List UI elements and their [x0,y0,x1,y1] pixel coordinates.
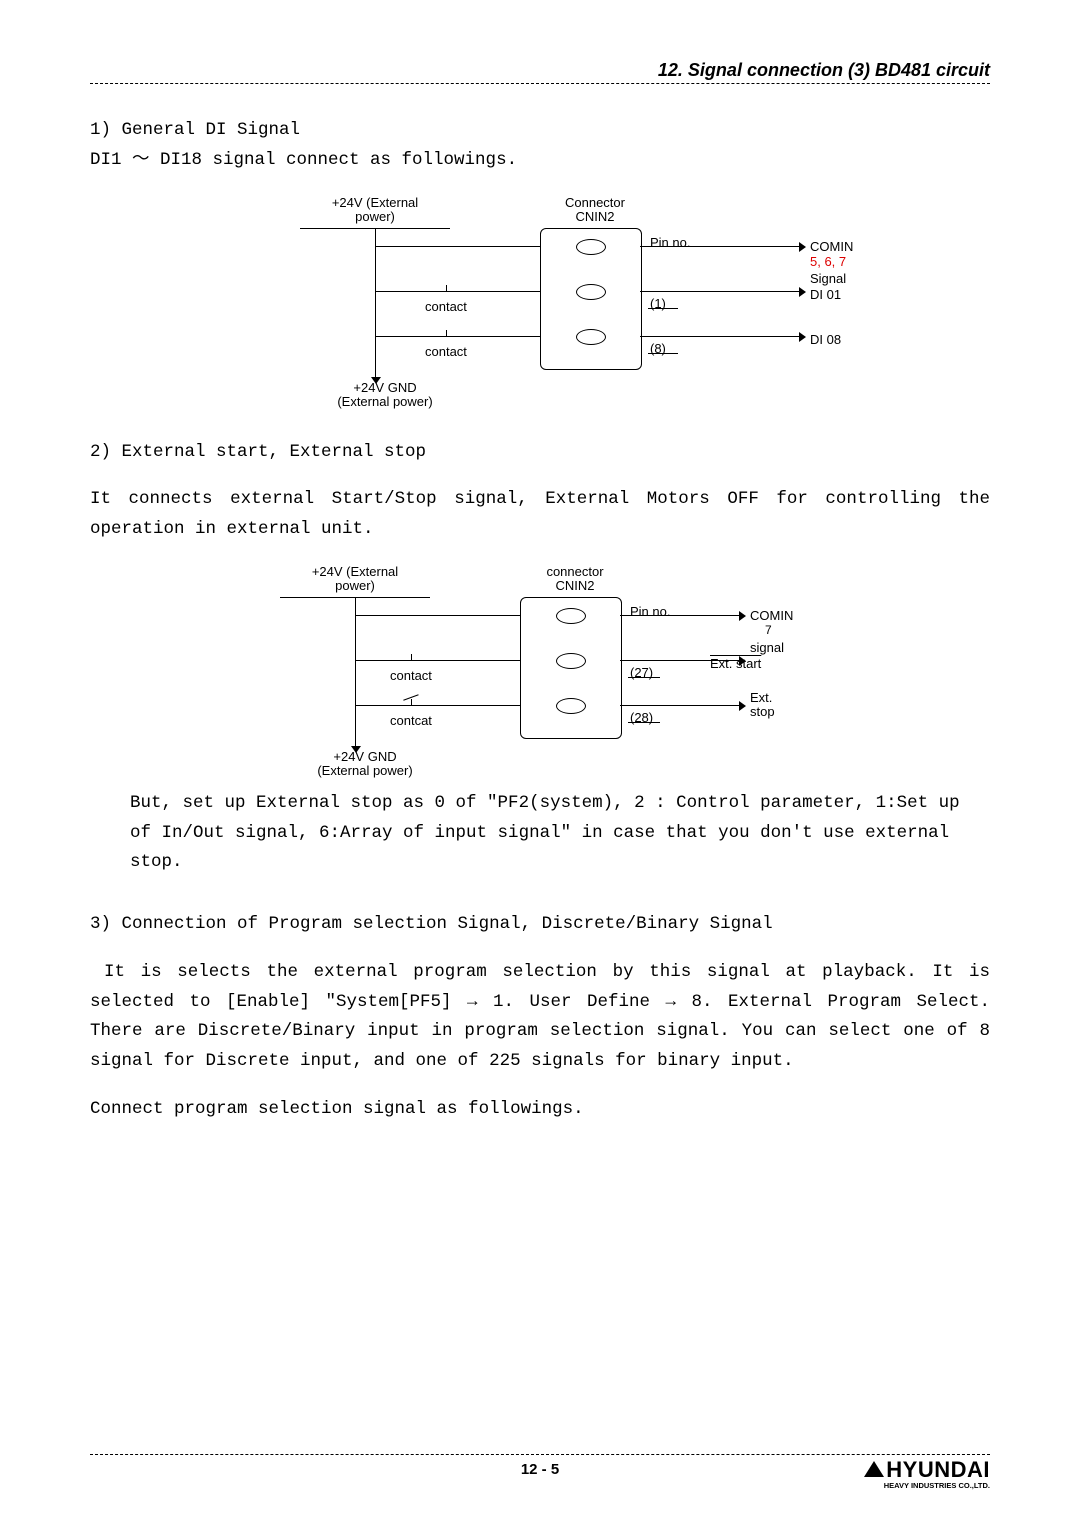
logo-text: HYUNDAI [886,1457,990,1482]
diagram-di-signal: +24V (Externalpower) ConnectorCNIN2 Pin … [220,196,860,406]
d2-pin28: (28) [630,707,653,729]
sec2-note: But, set up External stop as 0 of "PF2(s… [130,789,990,878]
d1-contact1: contact [425,296,467,318]
d2-contact2: contcat [390,710,432,732]
sec1-heading: 1) General DI Signal [90,116,990,146]
doc-chapter-title: 12. Signal connection (3) BD481 circuit [90,60,990,81]
logo-subtext: HEAVY INDUSTRIES CO.,LTD. [864,1481,990,1490]
sec2-para: It connects external Start/Stop signal, … [90,485,990,545]
d2-contact1: contact [390,665,432,687]
d2-connector-label: connectorCNIN2 [525,565,625,594]
d1-pin1: (1) [650,293,666,315]
d2-extstart: Ext. start [710,653,761,675]
d1-di08: DI 08 [810,329,841,351]
d2-power-label: +24V (Externalpower) [300,565,410,594]
header-rule [90,83,990,84]
d2-extstop: Ext.stop [750,691,775,720]
d1-power-label: +24V (Externalpower) [320,196,430,225]
hyundai-logo: HYUNDAI HEAVY INDUSTRIES CO.,LTD. [864,1457,990,1490]
sec2-heading: 2) External start, External stop [90,438,990,468]
page-number: 12 - 5 [90,1461,990,1478]
d2-pin27: (27) [630,662,653,684]
logo-triangle-icon [864,1461,884,1477]
d1-pin8: (8) [650,338,666,360]
diagram-ext-start-stop: +24V (Externalpower) connectorCNIN2 Pin … [220,565,860,775]
d2-gnd: +24V GND(External power) [300,750,430,779]
d1-contact2: contact [425,341,467,363]
sec3-para2: Connect program selection signal as foll… [90,1095,990,1125]
page-footer: 12 - 5 HYUNDAI HEAVY INDUSTRIES CO.,LTD. [90,1454,990,1478]
d1-connector-label: ConnectorCNIN2 [545,196,645,225]
d2-pinno: Pin no. [630,601,670,623]
d1-pinno: Pin no. [650,232,690,254]
sec3-para1: It is selects the external program selec… [90,958,990,1077]
d1-gnd: +24V GND(External power) [320,381,450,410]
d1-di01: DI 01 [810,284,841,306]
sec1-line: DI1 ～ DI18 signal connect as followings. [90,146,990,176]
sec3-heading: 3) Connection of Program selection Signa… [90,910,990,940]
